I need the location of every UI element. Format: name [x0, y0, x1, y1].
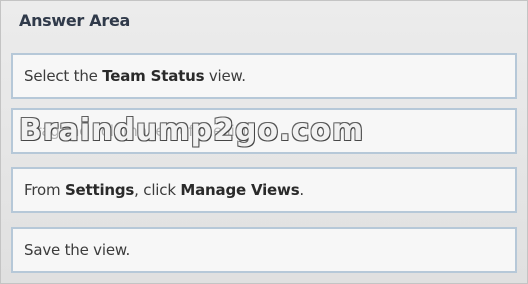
step-manage-views[interactable]: From Settings, click Manage Views. [11, 167, 517, 213]
answer-area-title: Answer Area [19, 11, 131, 30]
step-text: Save the view. [24, 241, 131, 259]
step-select-team-status[interactable]: Select the Team Status view. [11, 53, 517, 99]
answer-area-panel: Answer Area Select the Team Status view.… [0, 0, 528, 284]
step-drag-column[interactable]: Drag the column left of the list [11, 108, 517, 154]
step-text: Select the Team Status view. [24, 67, 246, 85]
step-save-view[interactable]: Save the view. [11, 227, 517, 273]
step-text: Drag the column left of the list [24, 122, 248, 140]
step-text: From Settings, click Manage Views. [24, 181, 304, 199]
